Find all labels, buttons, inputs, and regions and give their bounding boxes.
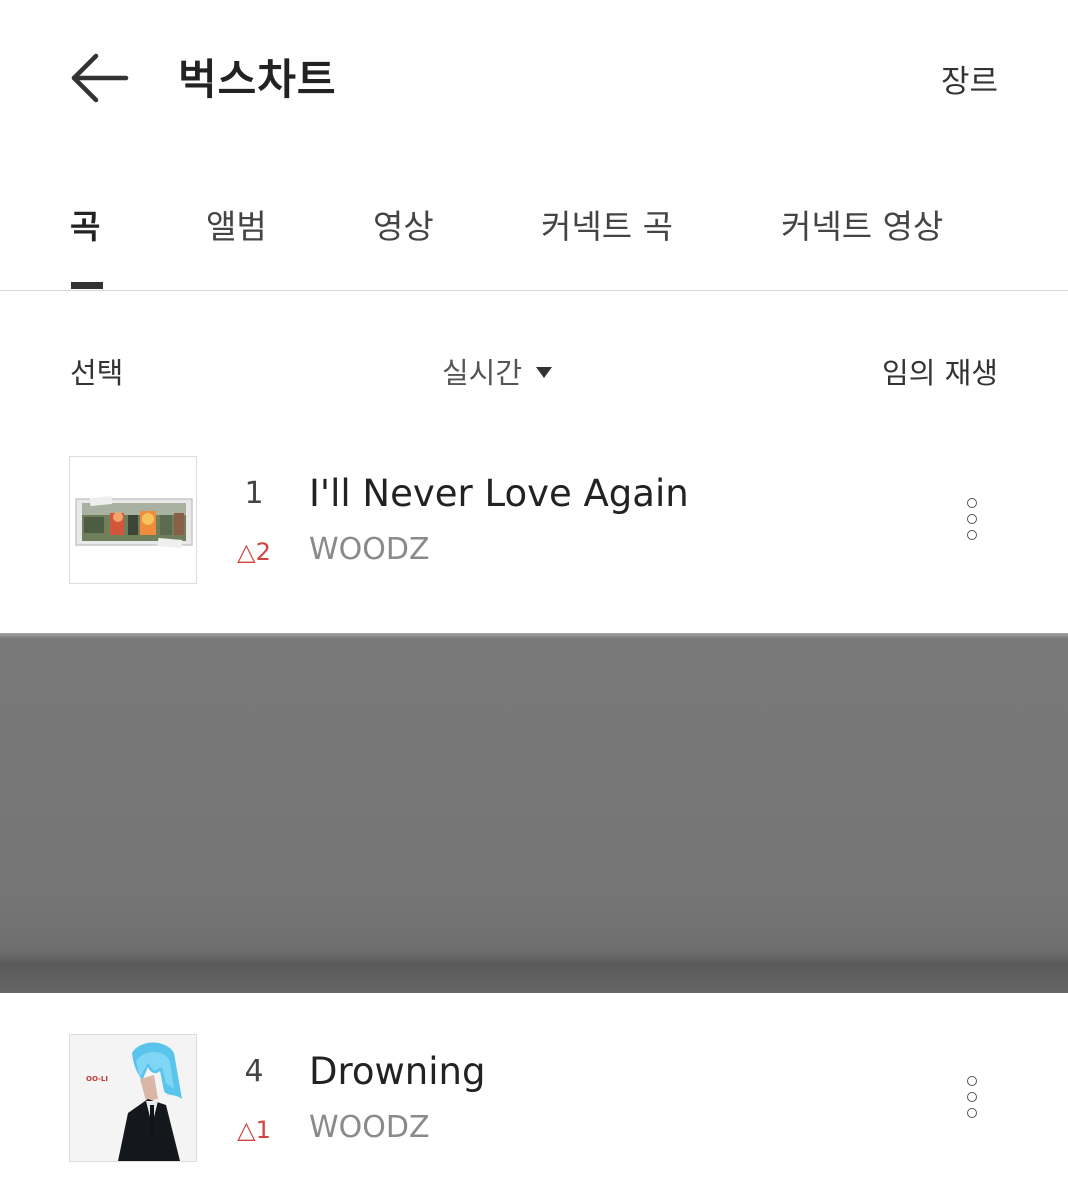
genre-button[interactable]: 장르 [941, 56, 998, 101]
album-art[interactable] [69, 456, 197, 584]
page-title: 벅스차트 [178, 55, 337, 104]
tab-connect-videos[interactable]: 커넥트 영상 [781, 200, 943, 248]
back-button[interactable] [64, 44, 136, 112]
rank-change: △1 [237, 1116, 271, 1144]
redacted-area [0, 633, 1068, 993]
rank-number: 4 [244, 1054, 264, 1089]
shuffle-play-button[interactable]: 임의 재생 [882, 350, 998, 392]
more-options-button[interactable] [958, 1074, 988, 1124]
track-row[interactable]: OO-LI 4 △1 Drowning WOODZ [0, 1034, 1068, 1164]
album-art[interactable]: OO-LI [69, 1034, 197, 1162]
select-button[interactable]: 선택 [70, 350, 123, 392]
sort-dropdown[interactable]: 실시간 [442, 350, 553, 392]
track-row[interactable]: 1 △2 I'll Never Love Again WOODZ [0, 456, 1068, 586]
album-cover-image: OO-LI [70, 1035, 196, 1161]
list-toolbar: 선택 실시간 임의 재생 [0, 340, 1068, 400]
track-title[interactable]: Drowning [309, 1050, 485, 1093]
app-header: 벅스차트 장르 [0, 0, 1068, 150]
tab-videos[interactable]: 영상 [373, 200, 434, 248]
track-artist[interactable]: WOODZ [309, 532, 430, 567]
tab-albums[interactable]: 앨범 [206, 200, 267, 248]
track-artist[interactable]: WOODZ [309, 1110, 430, 1145]
sort-label: 실시간 [442, 356, 523, 390]
track-title[interactable]: I'll Never Love Again [309, 472, 689, 515]
caret-down-icon [536, 367, 553, 378]
tab-songs[interactable]: 곡 [70, 200, 100, 248]
album-cover-text: OO-LI [86, 1075, 108, 1083]
active-tab-indicator [71, 282, 103, 289]
more-options-button[interactable] [958, 496, 988, 546]
rank-number: 1 [244, 476, 264, 511]
arrow-left-icon [71, 53, 129, 103]
rank-change: △2 [237, 538, 271, 566]
tab-connect-songs[interactable]: 커넥트 곡 [541, 200, 673, 248]
chart-tabs: 곡 앨범 영상 커넥트 곡 커넥트 영상 [0, 190, 1068, 291]
album-cover-image [70, 457, 196, 583]
